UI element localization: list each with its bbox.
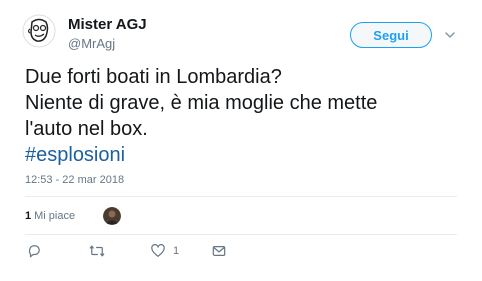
divider bbox=[25, 234, 457, 235]
tweet-text: Due forti boati in Lombardia? Niente di … bbox=[25, 64, 465, 168]
hashtag-link[interactable]: #esplosioni bbox=[25, 142, 465, 168]
caret-down-icon[interactable] bbox=[444, 28, 456, 40]
tweet-text-line: Niente di grave, è mia moglie che mette bbox=[25, 92, 378, 114]
like-count: 1 bbox=[173, 245, 180, 257]
likes-label: Mi piace bbox=[34, 210, 76, 222]
likes-row[interactable]: 1 Mi piace bbox=[25, 205, 122, 227]
heart-icon bbox=[151, 244, 165, 258]
retweet-icon bbox=[89, 244, 105, 258]
tweet-text-line: l'auto nel box. bbox=[25, 118, 148, 140]
tweet-text-line: Due forti boati in Lombardia? bbox=[25, 66, 282, 88]
reply-icon bbox=[27, 244, 41, 258]
retweet-button[interactable] bbox=[89, 244, 105, 258]
author-avatar[interactable] bbox=[22, 14, 56, 48]
like-button[interactable]: 1 bbox=[151, 244, 179, 258]
divider bbox=[25, 196, 457, 197]
direct-message-button[interactable] bbox=[212, 244, 226, 258]
tweet-timestamp[interactable]: 12:53 - 22 mar 2018 bbox=[25, 174, 124, 186]
direct-message-icon bbox=[212, 244, 226, 258]
reply-button[interactable] bbox=[27, 244, 41, 258]
author-handle[interactable]: @MrAgj bbox=[68, 36, 115, 51]
author-name[interactable]: Mister AGJ bbox=[68, 16, 147, 33]
likes-count: 1 bbox=[25, 210, 32, 222]
liker-avatar[interactable] bbox=[103, 207, 122, 225]
follow-button[interactable]: Segui bbox=[350, 22, 432, 48]
